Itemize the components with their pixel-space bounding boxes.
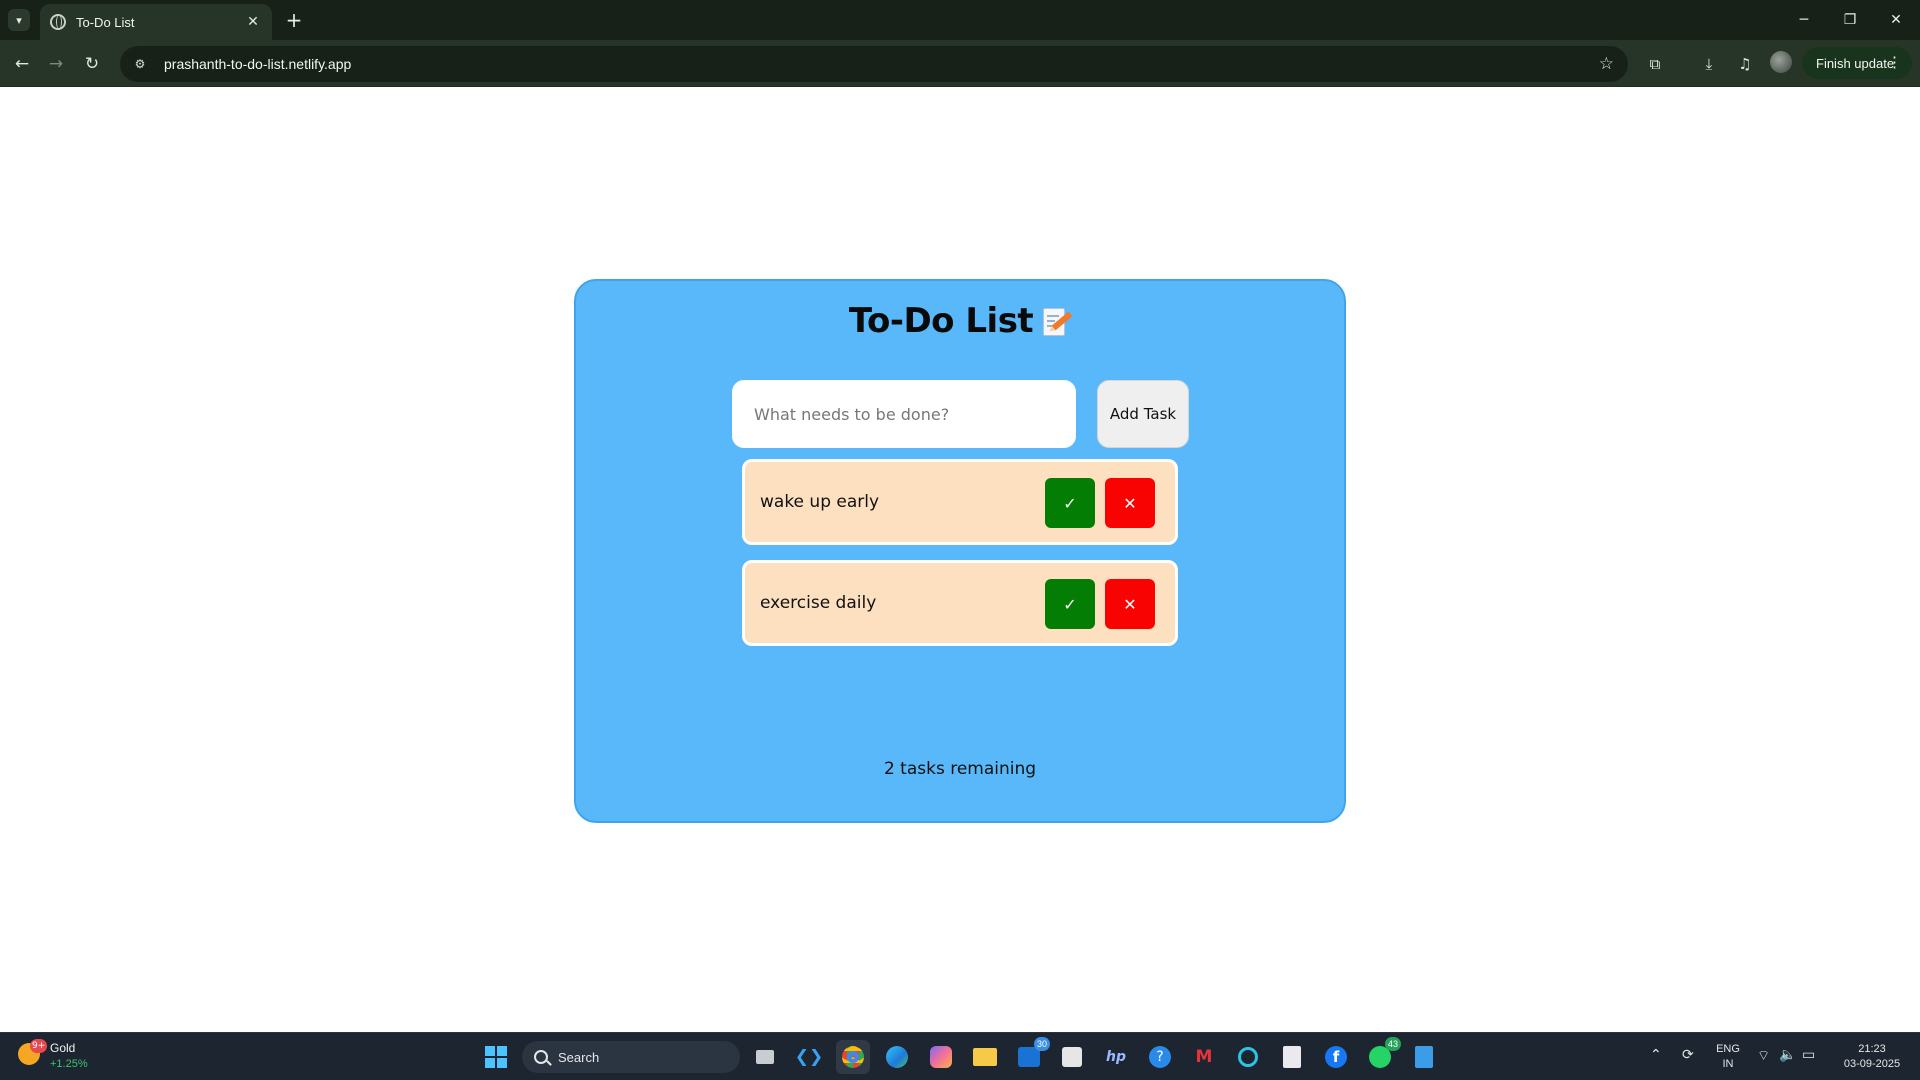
finish-update-button[interactable]: Finish update ⋮ bbox=[1802, 47, 1912, 79]
todo-card: To-Do List Add Task wake up early ✓ ✕ ex… bbox=[574, 279, 1346, 823]
checkmark-icon: ✓ bbox=[1063, 493, 1077, 513]
browser-tab[interactable]: To-Do List ✕ bbox=[40, 4, 272, 40]
help-icon[interactable]: ? bbox=[1143, 1040, 1177, 1074]
page-title: To-Do List bbox=[576, 301, 1344, 341]
new-tab-button[interactable]: + bbox=[282, 8, 306, 32]
clock-date: 03-09-2025 bbox=[1843, 1058, 1901, 1070]
task-input[interactable] bbox=[732, 380, 1076, 448]
title-text: To-Do List bbox=[848, 301, 1034, 341]
task-text: wake up early bbox=[760, 492, 880, 512]
finish-update-label: Finish update bbox=[1816, 55, 1895, 71]
start-button[interactable] bbox=[479, 1040, 513, 1074]
more-menu-icon: ⋮ bbox=[1887, 54, 1902, 71]
memo-icon bbox=[1043, 306, 1073, 336]
taskbar-search[interactable]: Search bbox=[522, 1041, 740, 1073]
windows-logo-icon bbox=[485, 1046, 507, 1068]
search-label: Search bbox=[558, 1049, 600, 1065]
site-info-icon[interactable]: ⚙ bbox=[130, 54, 150, 74]
notepad-icon[interactable] bbox=[1407, 1040, 1441, 1074]
task-text: exercise daily bbox=[760, 593, 877, 613]
search-icon bbox=[534, 1050, 548, 1064]
add-task-button[interactable]: Add Task bbox=[1097, 380, 1189, 448]
reload-icon: ↻ bbox=[84, 54, 100, 74]
copilot-icon[interactable] bbox=[924, 1040, 958, 1074]
sync-icon[interactable]: ⟳ bbox=[1682, 1047, 1694, 1063]
tasks-remaining-count: 2 tasks remaining bbox=[883, 759, 1037, 779]
widget-title: Gold bbox=[50, 1041, 76, 1055]
close-window-button[interactable]: ✕ bbox=[1874, 6, 1918, 34]
clock-time: 21:23 bbox=[1858, 1043, 1886, 1055]
outlook-badge: 30 bbox=[1034, 1037, 1050, 1051]
forward-button[interactable]: → bbox=[42, 50, 70, 78]
wifi-icon[interactable]: ⌔ bbox=[1757, 1047, 1770, 1065]
edge-icon[interactable] bbox=[880, 1040, 914, 1074]
maximize-button[interactable]: ❐ bbox=[1828, 6, 1872, 34]
whatsapp-badge: 43 bbox=[1385, 1037, 1401, 1051]
chevron-up-icon[interactable]: ⌃ bbox=[1650, 1047, 1662, 1063]
complete-task-button[interactable]: ✓ bbox=[1045, 579, 1095, 629]
battery-icon[interactable]: ▭ bbox=[1802, 1047, 1815, 1063]
widget-change: +1.25% bbox=[50, 1058, 88, 1070]
file-explorer-icon[interactable] bbox=[968, 1040, 1002, 1074]
tab-search-button[interactable]: ▾ bbox=[8, 9, 30, 31]
extensions-icon[interactable]: ⧉ bbox=[1643, 52, 1667, 76]
tab-title: To-Do List bbox=[76, 14, 135, 30]
arrow-right-icon: → bbox=[48, 54, 64, 74]
hp-icon[interactable]: hp bbox=[1099, 1040, 1133, 1074]
task-item: wake up early ✓ ✕ bbox=[742, 459, 1178, 545]
widget-badge: 9+ bbox=[30, 1039, 48, 1053]
delete-task-button[interactable]: ✕ bbox=[1105, 579, 1155, 629]
profile-avatar[interactable] bbox=[1770, 51, 1792, 73]
outlook-icon[interactable]: 30 bbox=[1012, 1037, 1050, 1074]
browser-title-bar: ▾ To-Do List ✕ + ─ ❐ ✕ bbox=[0, 0, 1920, 40]
reload-button[interactable]: ↻ bbox=[78, 50, 106, 78]
media-controls-icon[interactable]: ♫ bbox=[1733, 52, 1757, 76]
task-view-icon[interactable] bbox=[748, 1040, 782, 1074]
chevron-down-icon: ▾ bbox=[16, 13, 22, 27]
mcafee-icon[interactable]: M bbox=[1187, 1040, 1221, 1074]
whatsapp-icon[interactable]: 43 bbox=[1363, 1037, 1401, 1074]
vscode-icon[interactable]: ❮❯ bbox=[792, 1040, 826, 1074]
microsoft-store-icon[interactable] bbox=[1055, 1040, 1089, 1074]
language-indicator[interactable]: ENG IN bbox=[1716, 1042, 1740, 1072]
chrome-icon[interactable] bbox=[836, 1040, 870, 1074]
facebook-icon[interactable]: f bbox=[1319, 1040, 1353, 1074]
tab-close-button[interactable]: ✕ bbox=[244, 14, 262, 30]
taskbar: 9+ Gold +1.25% Search ❮❯ 30 hp ? M f 43 … bbox=[0, 1032, 1920, 1080]
checkmark-icon: ✓ bbox=[1063, 594, 1077, 614]
market-widget[interactable]: 9+ Gold +1.25% bbox=[18, 1039, 138, 1075]
language-line2: IN bbox=[1722, 1058, 1734, 1070]
browser-toolbar: ← → ↻ ⚙ prashanth-to-do-list.netlify.app… bbox=[0, 40, 1920, 87]
arrow-left-icon: ← bbox=[14, 54, 30, 74]
close-icon: ✕ bbox=[1123, 594, 1137, 614]
task-item: exercise daily ✓ ✕ bbox=[742, 560, 1178, 646]
clock[interactable]: 21:23 03-09-2025 bbox=[1832, 1042, 1912, 1072]
globe-icon bbox=[50, 14, 66, 30]
download-icon[interactable]: ⤓ bbox=[1697, 52, 1721, 76]
documents-icon[interactable] bbox=[1275, 1040, 1309, 1074]
bookmark-star-icon[interactable]: ☆ bbox=[1599, 54, 1614, 74]
address-bar[interactable]: ⚙ prashanth-to-do-list.netlify.app ☆ bbox=[120, 46, 1628, 82]
delete-task-button[interactable]: ✕ bbox=[1105, 478, 1155, 528]
language-line1: ENG bbox=[1716, 1043, 1740, 1055]
volume-icon[interactable]: 🔈 bbox=[1779, 1047, 1796, 1063]
minimize-button[interactable]: ─ bbox=[1782, 6, 1826, 34]
close-icon: ✕ bbox=[1123, 493, 1137, 513]
back-button[interactable]: ← bbox=[8, 50, 36, 78]
alexa-icon[interactable] bbox=[1231, 1040, 1265, 1074]
url-text[interactable]: prashanth-to-do-list.netlify.app bbox=[164, 56, 1599, 72]
complete-task-button[interactable]: ✓ bbox=[1045, 478, 1095, 528]
